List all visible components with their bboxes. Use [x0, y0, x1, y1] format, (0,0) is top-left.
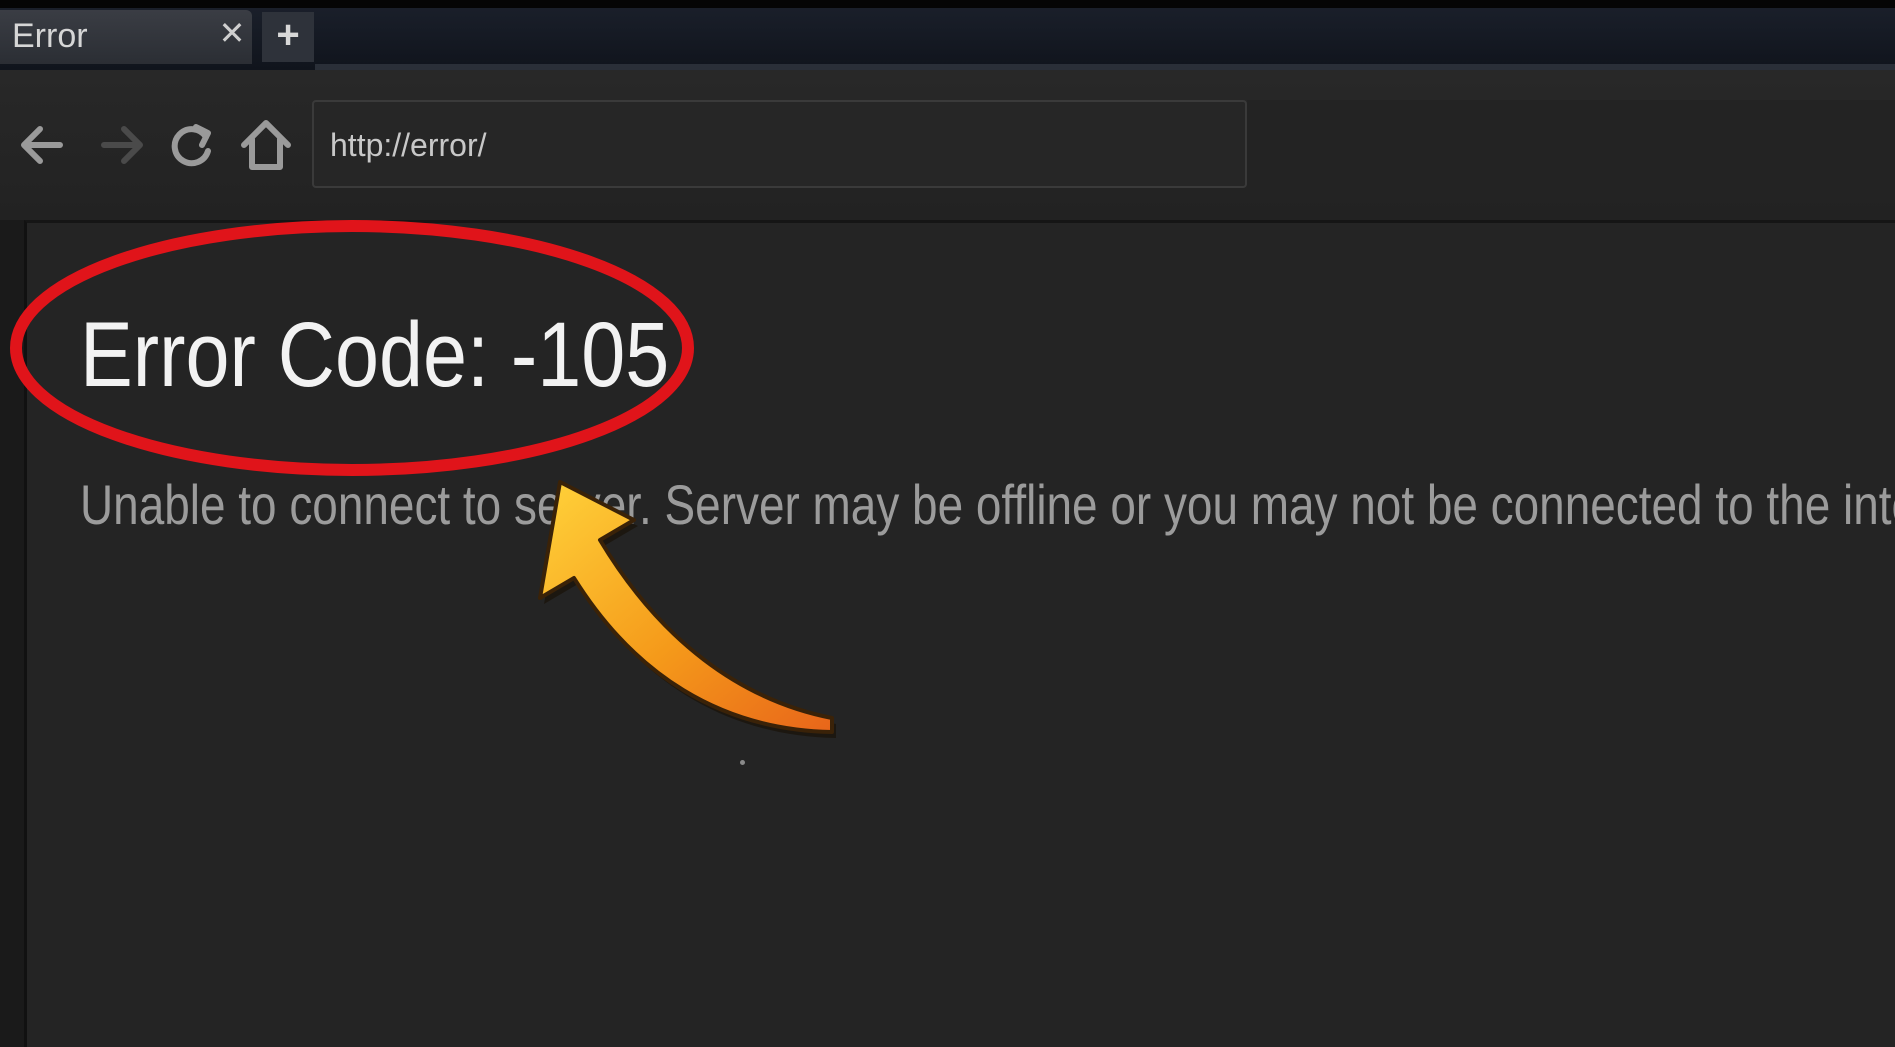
forward-button[interactable]	[92, 115, 152, 175]
close-icon[interactable]: ✕	[218, 16, 246, 50]
window-top-edge	[0, 0, 1895, 8]
tab-title: Error	[12, 17, 88, 55]
navigation-toolbar	[0, 70, 1895, 220]
left-gutter	[0, 220, 24, 1047]
home-icon	[241, 120, 291, 170]
new-tab-button[interactable]: +	[262, 12, 314, 62]
browser-window: Error ✕ + http://error/ Error Code: -105…	[0, 0, 1895, 1047]
address-input[interactable]	[328, 102, 1232, 188]
reload-button[interactable]	[162, 115, 222, 175]
reload-icon	[171, 124, 211, 167]
error-code-heading: Error Code: -105	[80, 304, 670, 406]
home-button[interactable]	[236, 115, 296, 175]
toolbar-empty-area	[1247, 100, 1895, 188]
tab-error[interactable]: Error ✕	[0, 10, 252, 64]
tab-bar: Error ✕ +	[0, 8, 1895, 70]
address-bar[interactable]	[312, 100, 1247, 188]
arrow-right-icon	[101, 126, 143, 164]
error-message: Unable to connect to server. Server may …	[80, 473, 1895, 536]
stray-dot	[740, 760, 745, 765]
back-button[interactable]	[12, 115, 72, 175]
arrow-left-icon	[21, 126, 63, 164]
